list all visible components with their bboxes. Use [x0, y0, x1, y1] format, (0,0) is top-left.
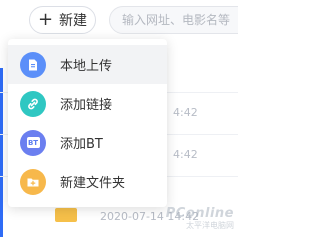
bt-icon-text: BT — [26, 137, 40, 148]
new-folder-icon — [20, 168, 46, 195]
list-item-date: 2020-07-14 14:42 — [100, 210, 200, 223]
menu-item-label: 新建文件夹 — [60, 176, 126, 191]
menu-item-label: 添加BT — [60, 137, 103, 152]
app-window: + 新建 4:42 4:42 2020-07-14 14:42 本地上传 — [0, 0, 238, 237]
list-item-time: 4:42 — [173, 106, 198, 119]
menu-item-new-folder[interactable]: 新建文件夹 — [8, 162, 167, 201]
menu-item-local-upload[interactable]: 本地上传 — [8, 45, 167, 84]
menu-item-label: 本地上传 — [60, 59, 113, 74]
bt-torrent-icon: BT — [20, 129, 46, 156]
new-button-label: 新建 — [59, 13, 88, 29]
list-item-time: 4:42 — [173, 148, 198, 161]
menu-item-label: 添加链接 — [60, 98, 113, 113]
menu-item-add-bt[interactable]: BT 添加BT — [8, 123, 167, 162]
plus-icon: + — [37, 9, 54, 30]
folder-icon — [55, 208, 77, 222]
menu-item-add-link[interactable]: 添加链接 — [8, 84, 167, 123]
url-search-input[interactable] — [109, 6, 238, 34]
new-button[interactable]: + 新建 — [29, 6, 96, 34]
link-icon — [20, 90, 46, 117]
selection-indicator — [0, 68, 3, 237]
upload-file-icon — [20, 51, 46, 78]
new-dropdown-menu: 本地上传 添加链接 BT 添加BT 新建文件夹 — [8, 39, 167, 207]
